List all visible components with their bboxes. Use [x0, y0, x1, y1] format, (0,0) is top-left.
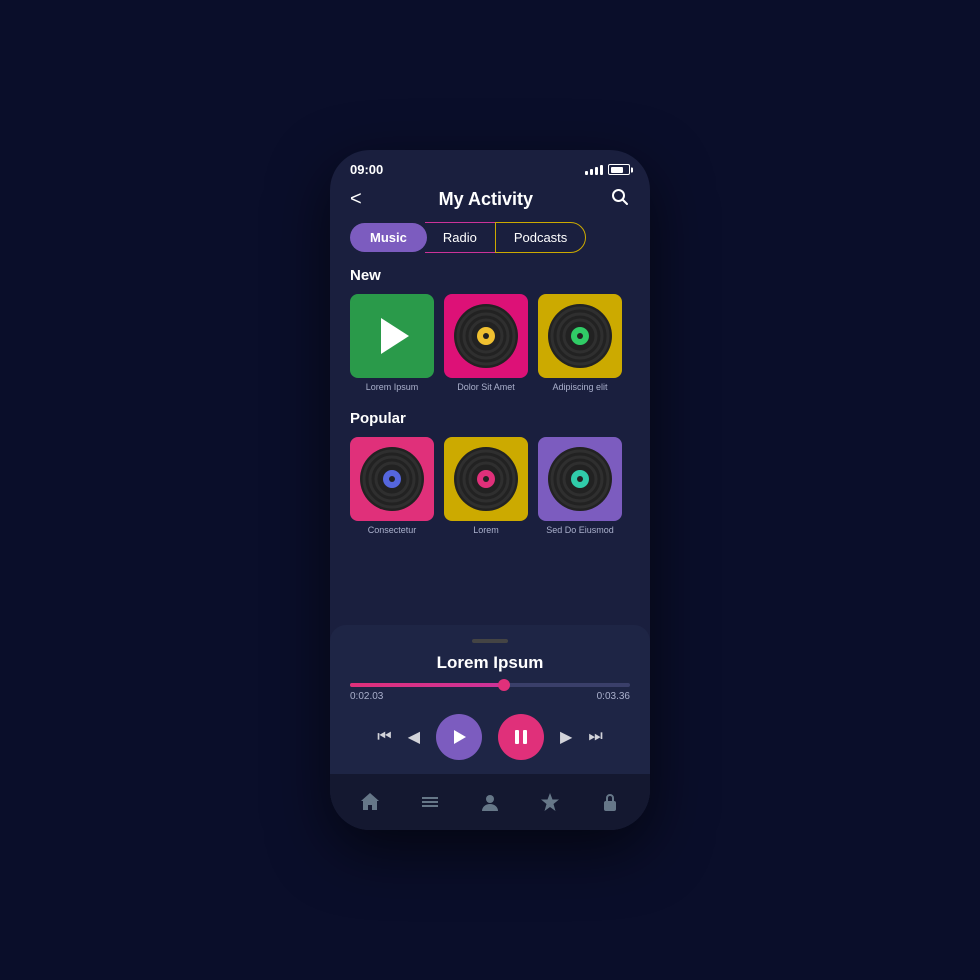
content-area: New Lorem Ipsum [330, 267, 650, 553]
nav-lock[interactable] [590, 782, 630, 822]
nav-favorites[interactable] [530, 782, 570, 822]
new-album-grid: Lorem Ipsum Do [350, 294, 630, 392]
album-label-pop-1: Consectetur [368, 525, 417, 535]
player-controls: ⏮ ◀ ▶ ⏭ [350, 714, 630, 760]
search-icon [610, 187, 630, 207]
popular-album-grid: Consectetur Lo [350, 437, 630, 535]
page-title: My Activity [439, 189, 533, 210]
play-icon [350, 294, 434, 378]
skip-forward-button[interactable]: ⏭ [588, 728, 602, 746]
status-bar: 09:00 [330, 150, 650, 183]
nav-menu[interactable] [410, 782, 450, 822]
bottom-nav [330, 774, 650, 830]
album-item-pop-3[interactable]: Sed Do Eiusmod [538, 437, 622, 535]
play-button[interactable] [436, 714, 482, 760]
album-label-pop-2: Lorem [473, 525, 499, 535]
progress-fill [350, 683, 504, 687]
phone-frame: 09:00 < My Activity Music Radio [330, 150, 650, 830]
search-button[interactable] [610, 187, 630, 212]
time-labels: 0:02.03 0:03.36 [350, 691, 630, 702]
album-item-new-3[interactable]: Adipiscing elit [538, 294, 622, 392]
album-label-new-1: Lorem Ipsum [366, 382, 419, 392]
header: < My Activity [330, 183, 650, 222]
album-item-new-2[interactable]: Dolor Sit Amet [444, 294, 528, 392]
pause-button[interactable] [498, 714, 544, 760]
album-item-pop-2[interactable]: Lorem [444, 437, 528, 535]
vinyl-disc-3 [538, 294, 622, 378]
player-drag-handle[interactable] [472, 639, 508, 643]
tab-music[interactable]: Music [350, 223, 427, 252]
back-button[interactable]: < [350, 188, 362, 211]
tab-radio[interactable]: Radio [425, 222, 495, 253]
vinyl-disc-pop-3 [538, 437, 622, 521]
album-item-pop-1[interactable]: Consectetur [350, 437, 434, 535]
battery-icon [608, 164, 630, 175]
vinyl-disc-2 [444, 294, 528, 378]
forward-button[interactable]: ▶ [560, 727, 572, 747]
status-time: 09:00 [350, 162, 383, 177]
progress-bar[interactable] [350, 683, 630, 687]
signal-icon [585, 165, 603, 175]
album-label-new-3: Adipiscing elit [552, 382, 607, 392]
tabs: Music Radio Podcasts [330, 222, 650, 267]
tab-podcasts[interactable]: Podcasts [495, 222, 586, 253]
progress-thumb[interactable] [498, 679, 510, 691]
album-label-pop-3: Sed Do Eiusmod [546, 525, 614, 535]
player-bar: Lorem Ipsum 0:02.03 0:03.36 ⏮ ◀ ▶ [330, 625, 650, 774]
pause-icon [513, 729, 529, 745]
album-item-new-1[interactable]: Lorem Ipsum [350, 294, 434, 392]
album-label-new-2: Dolor Sit Amet [457, 382, 515, 392]
play-icon [450, 728, 468, 746]
current-time: 0:02.03 [350, 691, 383, 702]
rewind-button[interactable]: ◀ [408, 727, 420, 747]
player-title: Lorem Ipsum [350, 653, 630, 673]
nav-home[interactable] [350, 782, 390, 822]
section-title-popular: Popular [350, 410, 630, 427]
vinyl-disc-pop-1 [350, 437, 434, 521]
nav-profile[interactable] [470, 782, 510, 822]
section-title-new: New [350, 267, 630, 284]
vinyl-disc-pop-2 [444, 437, 528, 521]
skip-back-button[interactable]: ⏮ [377, 728, 391, 746]
total-time: 0:03.36 [597, 691, 630, 702]
status-icons [585, 164, 630, 175]
